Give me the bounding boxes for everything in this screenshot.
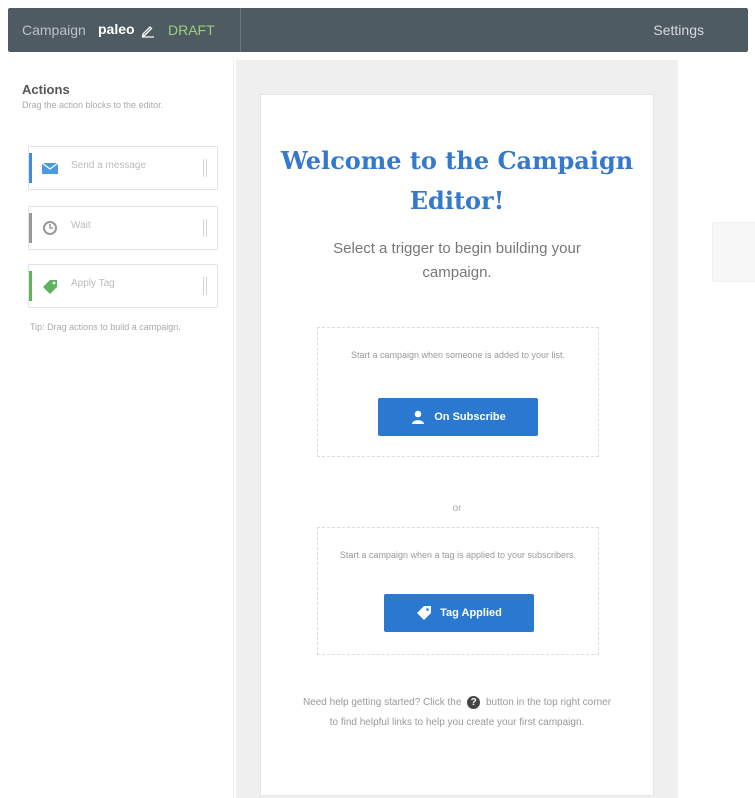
right-panel <box>680 60 755 798</box>
drag-handle-icon[interactable] <box>203 159 207 177</box>
action-label: Apply Tag <box>71 278 115 289</box>
action-apply-tag[interactable]: Apply Tag <box>28 264 218 308</box>
drag-handle-icon[interactable] <box>203 277 207 295</box>
button-label: Tag Applied <box>440 607 502 619</box>
header-divider <box>240 8 241 52</box>
action-accent-bar <box>29 213 32 243</box>
settings-button[interactable]: Settings <box>653 22 704 38</box>
help-icon: ? <box>467 695 481 709</box>
help-text-start: Need help getting started? Click the <box>302 697 462 708</box>
trigger-description: Start a campaign when someone is added t… <box>350 350 566 360</box>
trigger-subscribe-box: Start a campaign when someone is added t… <box>317 327 599 457</box>
welcome-subtitle: Select a trigger to begin building your … <box>333 240 581 281</box>
tag-applied-button[interactable]: Tag Applied <box>384 594 534 632</box>
status-badge: DRAFT <box>168 22 215 38</box>
header-bar: Campaign paleo DRAFT Settings <box>8 8 748 52</box>
on-subscribe-button[interactable]: On Subscribe <box>378 398 538 436</box>
user-icon <box>412 410 425 424</box>
campaign-label: Campaign <box>22 22 86 38</box>
top-bar: Campaign paleo DRAFT Settings <box>0 0 755 60</box>
action-send-message[interactable]: Send a message <box>28 146 218 190</box>
sidebar-title: Actions <box>22 82 70 97</box>
tag-icon <box>43 280 57 294</box>
help-text: Need help getting started? Click the ? b… <box>301 693 613 733</box>
welcome-title: Welcome to the Campaign Editor! <box>280 146 634 215</box>
actions-sidebar: Actions Drag the action blocks to the ed… <box>0 60 234 798</box>
action-wait[interactable]: Wait <box>28 206 218 250</box>
sidebar-subtitle: Drag the action blocks to the editor. <box>22 100 164 110</box>
pencil-icon[interactable] <box>140 22 156 38</box>
sidebar-note: Tip: Drag actions to build a campaign. <box>30 322 181 332</box>
envelope-icon <box>41 162 59 174</box>
collapsed-panel-tab[interactable] <box>712 222 755 282</box>
action-label: Wait <box>71 220 91 231</box>
button-label: On Subscribe <box>434 411 506 423</box>
drag-handle-icon[interactable] <box>203 219 207 237</box>
action-label: Send a message <box>71 160 147 171</box>
welcome-card: Welcome to the Campaign Editor! Select a… <box>260 94 654 796</box>
clock-icon <box>43 221 57 235</box>
trigger-tag-box: Start a campaign when a tag is applied t… <box>317 527 599 655</box>
tag-icon <box>417 606 432 620</box>
trigger-description: Start a campaign when a tag is applied t… <box>339 550 577 560</box>
campaign-name[interactable]: paleo <box>98 21 135 37</box>
editor-canvas: Welcome to the Campaign Editor! Select a… <box>236 60 678 798</box>
action-accent-bar <box>29 153 32 183</box>
or-separator: or <box>452 503 462 514</box>
action-accent-bar <box>29 271 32 301</box>
